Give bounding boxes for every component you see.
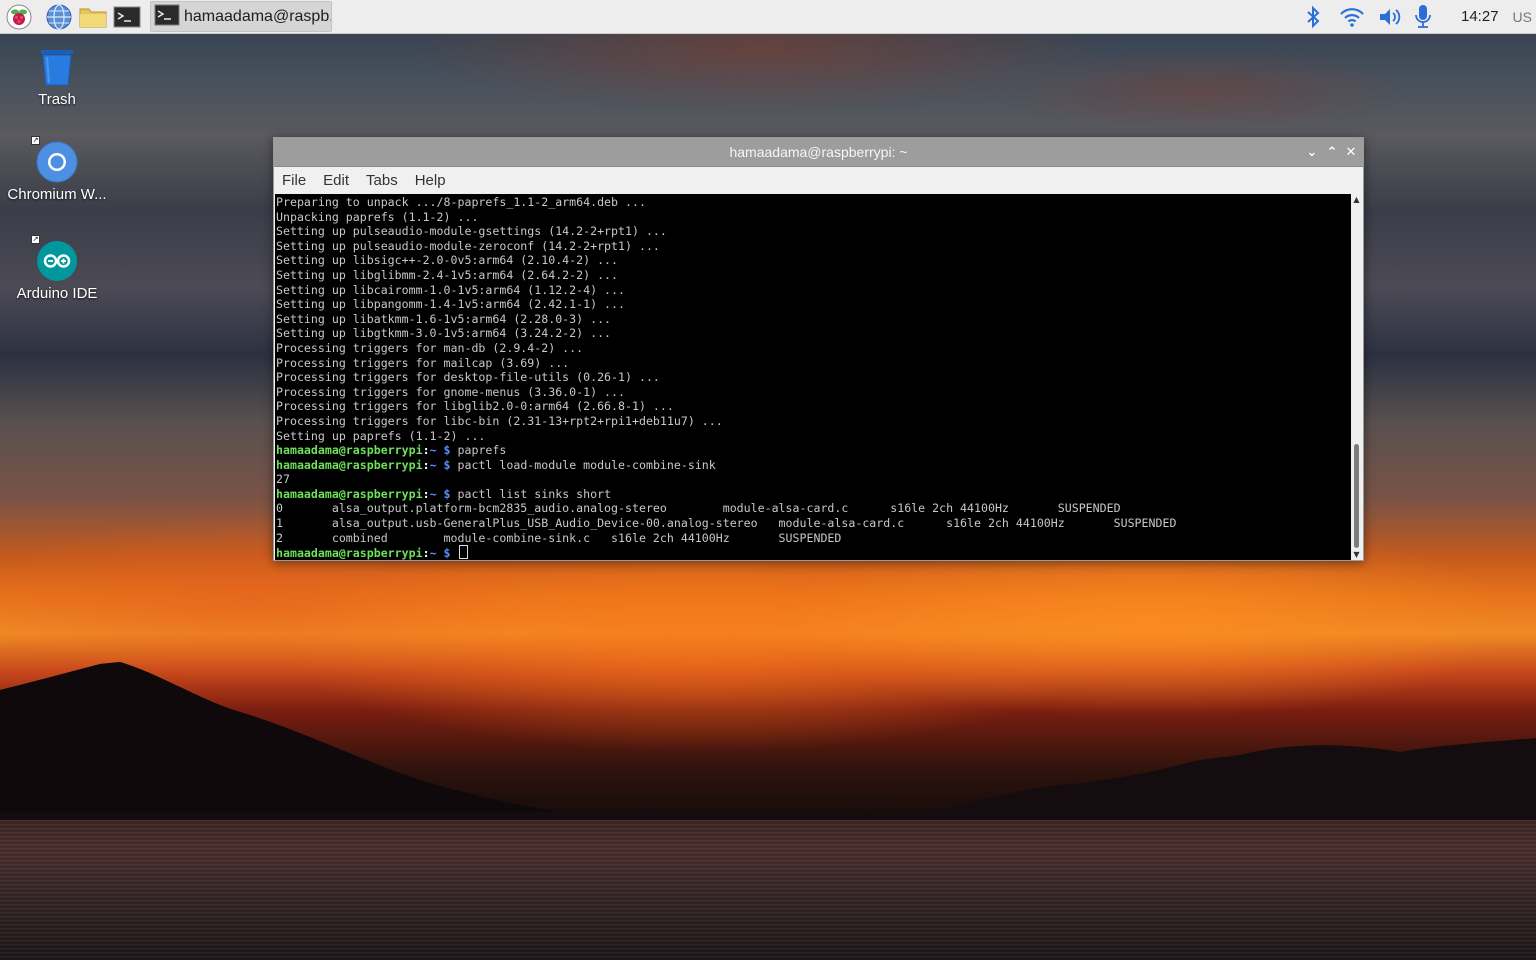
close-icon: ✕ — [1345, 144, 1357, 160]
terminal-output[interactable]: Preparing to unpack .../8-paprefs_1.1-2_… — [275, 194, 1352, 560]
terminal-window[interactable]: hamaadama@raspberrypi: ~ ⌄ ⌃ ✕ File Edit… — [273, 137, 1364, 561]
scrollbar-thumb[interactable] — [1354, 444, 1359, 548]
prompt-user: hamaadama@raspberrypi — [276, 486, 423, 501]
terminal-output-line: Setting up libpangomm-1.4-1v5:arm64 (2.4… — [276, 297, 626, 312]
desktop-icon-trash[interactable]: Trash — [2, 45, 112, 108]
volume-icon[interactable] — [1377, 6, 1403, 28]
command-text: paprefs — [450, 443, 507, 458]
terminal-text: Preparing to unpack .../8-paprefs_1.1-2_… — [275, 194, 1352, 560]
terminal-command-line: hamaadama@raspberrypi:~ $ pactl list sin… — [276, 487, 1352, 502]
command-text: pactl list sinks short — [450, 486, 612, 501]
system-tray: 14:27 US — [1293, 0, 1536, 33]
prompt-user: hamaadama@raspberrypi — [276, 457, 423, 472]
prompt-user: hamaadama@raspberrypi — [276, 443, 423, 458]
desktop-icon-label: Trash — [38, 91, 76, 108]
terminal-output-line: Setting up libglibmm-2.4-1v5:arm64 (2.64… — [276, 267, 619, 282]
clock[interactable]: 14:27 — [1461, 8, 1499, 25]
terminal-output-line: Setting up libcairomm-1.0-1v5:arm64 (1.1… — [276, 282, 626, 297]
menu-file[interactable]: File — [280, 170, 308, 191]
prompt-dir: ~ $ — [429, 457, 451, 472]
raspberry-menu-icon[interactable] — [4, 2, 34, 32]
terminal-output-line: 2 combined module-combine-sink.c s16le 2… — [276, 530, 842, 545]
terminal-output-line: Processing triggers for man-db (2.9.4-2)… — [276, 340, 584, 355]
arduino-icon: ↗ — [31, 235, 79, 283]
terminal-output-line: 27 — [276, 472, 290, 487]
wifi-icon[interactable] — [1339, 6, 1365, 28]
wallpaper-water — [0, 820, 1536, 960]
menu-help[interactable]: Help — [413, 170, 448, 191]
prompt-user: hamaadama@raspberrypi — [276, 546, 423, 560]
scroll-down-arrow-icon[interactable]: ▼ — [1352, 550, 1361, 559]
terminal-output-line: Preparing to unpack .../8-paprefs_1.1-2_… — [276, 195, 646, 209]
bluetooth-icon[interactable] — [1305, 5, 1321, 29]
terminal-command-line: hamaadama@raspberrypi:~ $ paprefs — [276, 443, 1352, 458]
taskbar-task-terminal[interactable]: hamaadama@raspb... — [150, 1, 332, 32]
menu-edit[interactable]: Edit — [321, 170, 351, 191]
terminal-output-line: 0 alsa_output.platform-bcm2835_audio.ana… — [276, 501, 1121, 516]
scroll-up-arrow-icon[interactable]: ▲ — [1352, 195, 1361, 204]
prompt-separator: : — [422, 457, 430, 472]
menu-tabs[interactable]: Tabs — [364, 170, 400, 191]
terminal-scrollbar[interactable]: ▲ ▼ — [1351, 194, 1362, 560]
terminal-output-line: 1 alsa_output.usb-GeneralPlus_USB_Audio_… — [276, 516, 1177, 531]
desktop-icon-arduino[interactable]: ↗ Arduino IDE — [2, 235, 112, 302]
terminal-output-line: Processing triggers for desktop-file-uti… — [276, 370, 660, 385]
keyboard-layout[interactable]: US — [1513, 9, 1532, 25]
terminal-output-line: Setting up libatkmm-1.6-1v5:arm64 (2.28.… — [276, 311, 612, 326]
web-browser-icon[interactable] — [44, 2, 74, 32]
file-manager-icon[interactable] — [78, 2, 108, 32]
terminal-output-line: Processing triggers for gnome-menus (3.3… — [276, 384, 626, 399]
shortcut-arrow-icon: ↗ — [31, 136, 40, 145]
terminal-cursor — [458, 545, 468, 560]
terminal-output-line: Setting up pulseaudio-module-zeroconf (1… — [276, 238, 660, 253]
prompt-dir: ~ $ — [429, 486, 451, 501]
minimize-button[interactable]: ⌄ — [1303, 143, 1321, 161]
chromium-icon: ↗ — [31, 136, 79, 184]
terminal-icon[interactable] — [112, 2, 142, 32]
taskbar-task-label: hamaadama@raspb... — [184, 7, 331, 25]
desktop-icon-label: Arduino IDE — [16, 285, 98, 302]
maximize-button[interactable]: ⌃ — [1323, 143, 1341, 161]
menubar: File Edit Tabs Help — [274, 167, 1363, 194]
desktop-icon-chromium[interactable]: ↗ Chromium W... — [2, 136, 112, 203]
desktop[interactable]: hamaadama@raspb... 14:27 US Trash ↗ Chro… — [0, 0, 1536, 960]
command-text — [451, 546, 458, 560]
trash-icon — [35, 45, 79, 89]
prompt-dir: ~ $ — [429, 443, 451, 458]
chevron-down-icon: ⌄ — [1306, 144, 1318, 160]
prompt-separator: : — [422, 546, 430, 560]
terminal-output-line: Processing triggers for libglib2.0-0:arm… — [276, 399, 674, 414]
terminal-output-line: Setting up paprefs (1.1-2) ... — [276, 428, 486, 443]
chevron-up-icon: ⌃ — [1326, 144, 1338, 160]
microphone-icon[interactable] — [1413, 4, 1433, 30]
terminal-output-line: Unpacking paprefs (1.1-2) ... — [276, 209, 479, 224]
terminal-output-line: Setting up libgtkmm-3.0-1v5:arm64 (3.24.… — [276, 326, 612, 341]
terminal-output-line: Processing triggers for libc-bin (2.31-1… — [276, 413, 723, 428]
shortcut-arrow-icon: ↗ — [31, 235, 40, 244]
command-text: pactl load-module module-combine-sink — [450, 457, 716, 472]
terminal-icon — [154, 4, 180, 30]
desktop-icon-label: Chromium W... — [7, 186, 107, 203]
terminal-output-line: Setting up libsigc++-2.0-0v5:arm64 (2.10… — [276, 253, 619, 268]
prompt-separator: : — [422, 443, 430, 458]
window-titlebar[interactable]: hamaadama@raspberrypi: ~ ⌄ ⌃ ✕ — [274, 138, 1363, 167]
prompt-separator: : — [422, 486, 430, 501]
window-title: hamaadama@raspberrypi: ~ — [729, 144, 908, 160]
taskbar: hamaadama@raspb... 14:27 US — [0, 0, 1536, 34]
terminal-command-line: hamaadama@raspberrypi:~ $ — [276, 545, 1352, 560]
close-button[interactable]: ✕ — [1342, 143, 1360, 161]
terminal-command-line: hamaadama@raspberrypi:~ $ pactl load-mod… — [276, 458, 1352, 473]
prompt-dir: ~ $ — [429, 546, 451, 560]
terminal-output-line: Setting up pulseaudio-module-gsettings (… — [276, 224, 667, 239]
terminal-output-line: Processing triggers for mailcap (3.69) .… — [276, 355, 570, 370]
